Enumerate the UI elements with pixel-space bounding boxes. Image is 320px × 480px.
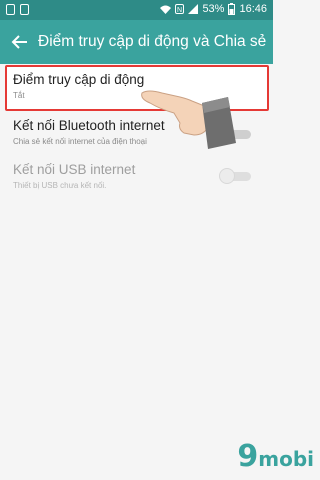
notification-icon-1 xyxy=(6,4,15,15)
item-status: Tắt xyxy=(13,91,25,100)
app-bar: Điểm truy cập di động và Chia sẻ ... xyxy=(0,20,273,64)
notification-icons xyxy=(6,4,29,15)
item-title: Điểm truy cập di động xyxy=(13,72,145,87)
page-title: Điểm truy cập di động và Chia sẻ ... xyxy=(38,33,270,50)
item-title: Kết nối USB internet xyxy=(13,162,136,177)
list-item-usb-tethering: Kết nối USB internet Thiết bị USB chưa k… xyxy=(0,160,273,206)
notification-icon-2 xyxy=(20,4,29,15)
pointing-hand-icon xyxy=(141,90,236,149)
item-subtitle: Thiết bị USB chưa kết nối. xyxy=(13,181,107,190)
status-right: N 53% 16:46 xyxy=(160,3,267,15)
usb-tethering-toggle xyxy=(219,168,251,184)
svg-text:N: N xyxy=(177,7,182,14)
item-subtitle: Chia sẻ kết nối internet của điện thoại xyxy=(13,137,147,146)
back-arrow-icon[interactable] xyxy=(10,32,30,52)
battery-percent: 53% xyxy=(202,3,225,15)
wifi-icon xyxy=(160,5,172,14)
status-bar: N 53% 16:46 xyxy=(0,0,273,20)
toggle-thumb xyxy=(219,168,235,184)
clock: 16:46 xyxy=(239,3,267,15)
signal-icon xyxy=(188,4,199,14)
watermark-logo: 9mobi xyxy=(237,439,314,474)
battery-icon xyxy=(228,3,236,15)
nfc-icon: N xyxy=(175,4,185,14)
